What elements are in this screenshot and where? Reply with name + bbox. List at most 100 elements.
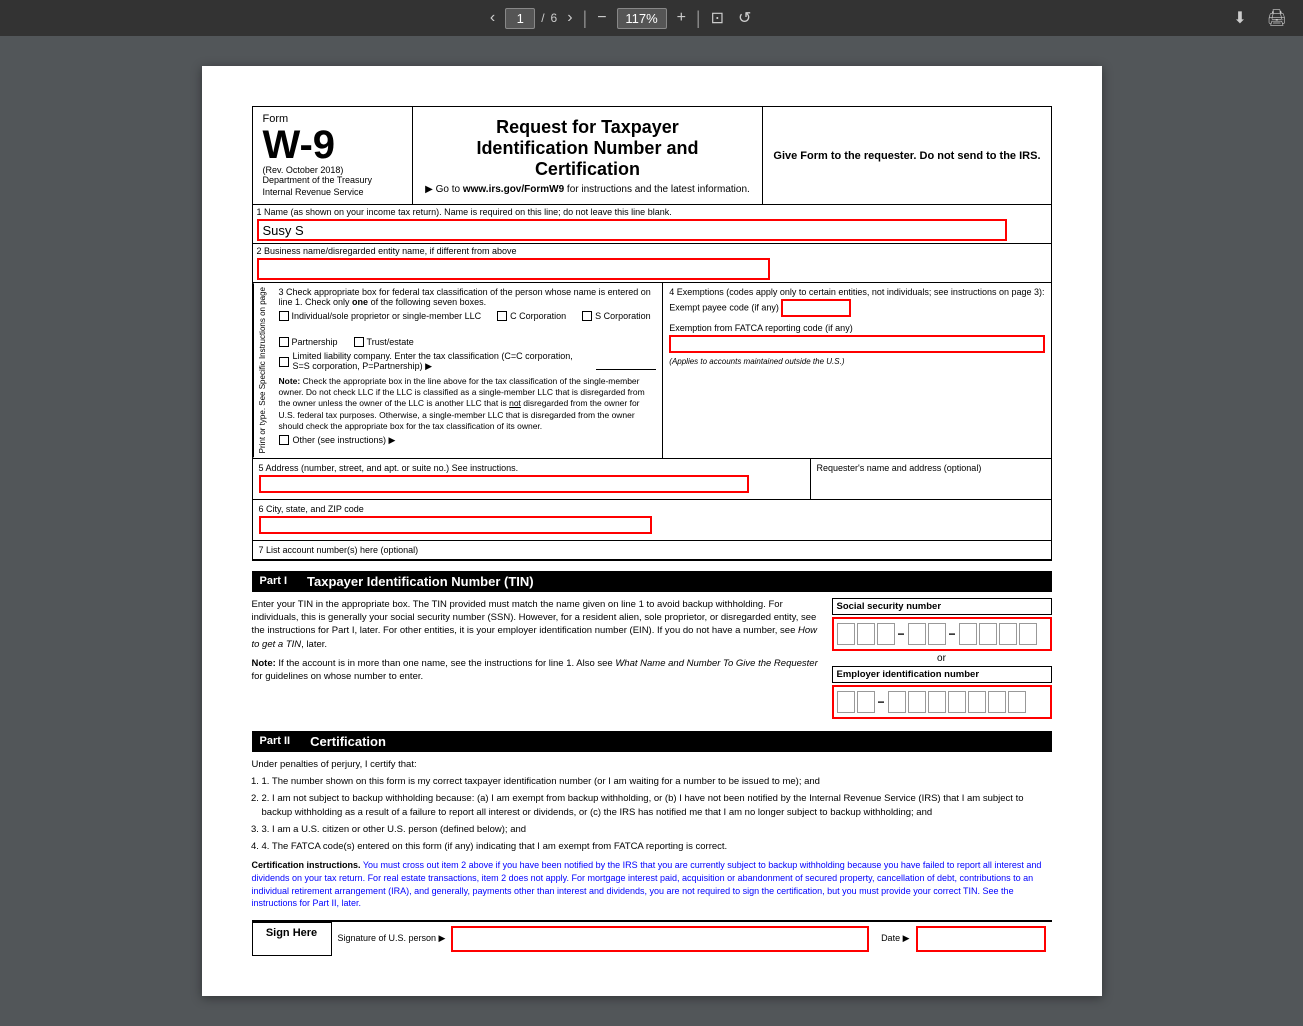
ein-cell-1[interactable] (837, 691, 855, 713)
field2-label: 2 Business name/disregarded entity name,… (257, 246, 1047, 256)
sign-here-label: Sign Here (252, 922, 332, 956)
exemptions-section: 4 Exemptions (codes apply only to certai… (663, 283, 1050, 457)
part1-title: Taxpayer Identification Number (TIN) (307, 574, 534, 589)
other-label: Other (see instructions) ▶ (293, 435, 396, 446)
zoom-in-button[interactable]: + (673, 7, 690, 29)
cb-partnership-box[interactable] (279, 337, 289, 347)
ssn-cell-5[interactable] (928, 623, 946, 645)
zoom-out-button[interactable]: − (593, 7, 610, 29)
tax-class-section: Print or type. See Specific Instructions… (253, 283, 1051, 458)
exempt-payee-row: Exempt payee code (if any) (669, 299, 1044, 317)
cb-individual-label: Individual/sole proprietor or single-mem… (292, 311, 482, 321)
field2-input[interactable] (257, 258, 771, 280)
part1-label: Part I (260, 575, 288, 587)
ssn-cell-4[interactable] (908, 623, 926, 645)
fatca-label: Exemption from FATCA reporting code (if … (669, 323, 1044, 333)
part2-title: Certification (310, 734, 386, 749)
ein-cell-3[interactable] (888, 691, 906, 713)
signature-input[interactable] (451, 926, 869, 952)
fatca-input[interactable] (669, 335, 1044, 353)
form-number: W-9 (263, 125, 402, 165)
ssn-cell-3[interactable] (877, 623, 895, 645)
cert-instructions: Certification instructions. You must cro… (252, 859, 1052, 909)
ein-label: Employer identification number (832, 666, 1052, 683)
cert-item-2: 2. I am not subject to backup withholdin… (262, 792, 1052, 819)
ein-cell-8[interactable] (988, 691, 1006, 713)
ein-dash: − (878, 695, 885, 709)
page-number-input[interactable] (505, 8, 535, 29)
pdf-page: Form W-9 (Rev. October 2018) Department … (202, 66, 1102, 996)
cb-trust-label: Trust/estate (367, 337, 414, 347)
sig-field-area: Signature of U.S. person ▶ (332, 922, 876, 956)
date-area: Date ▶ (875, 922, 1051, 956)
cb-scorp: S Corporation (582, 311, 651, 321)
tax-class-main: 3 Check appropriate box for federal tax … (273, 283, 664, 457)
cert-item-1: 1. The number shown on this form is my c… (262, 775, 1052, 788)
cb-ccorp: C Corporation (497, 311, 566, 321)
part1-left: Enter your TIN in the appropriate box. T… (252, 598, 822, 721)
cb-llc-box[interactable] (279, 357, 289, 367)
note-text: Note: Check the appropriate box in the l… (279, 376, 657, 431)
cert-item-4: 4. The FATCA code(s) entered on this for… (262, 840, 1052, 853)
ein-cell-4[interactable] (908, 691, 926, 713)
toolbar-center: ‹ / 6 › | − 117% + | ⊡ ↺ (486, 6, 756, 30)
field6-input[interactable] (259, 516, 652, 534)
address-requester: Requester's name and address (optional) (811, 459, 1051, 499)
ein-cell-5[interactable] (928, 691, 946, 713)
form-header-center: Request for Taxpayer Identification Numb… (413, 107, 764, 204)
ein-cell-7[interactable] (968, 691, 986, 713)
next-page-button[interactable]: › (563, 7, 576, 29)
ein-cell-2[interactable] (857, 691, 875, 713)
zoom-level: 117% (617, 8, 667, 29)
fit-page-button[interactable]: ⊡ (707, 6, 728, 30)
divider1: | (583, 8, 588, 29)
print-button[interactable]: 🖨 (1263, 6, 1291, 30)
cert-intro: Under penalties of perjury, I certify th… (252, 758, 1052, 771)
field5-input[interactable] (259, 475, 750, 493)
fatca-note: (Applies to accounts maintained outside … (669, 357, 1044, 366)
toolbar: ‹ / 6 › | − 117% + | ⊡ ↺ ⬇ 🖨 (0, 0, 1303, 36)
form-title-sub: Identification Number and Certification (423, 138, 753, 180)
form-section: 1 Name (as shown on your income tax retu… (252, 205, 1052, 560)
ssn-cell-1[interactable] (837, 623, 855, 645)
form-header: Form W-9 (Rev. October 2018) Department … (252, 106, 1052, 205)
part1-content: Enter your TIN in the appropriate box. T… (252, 598, 1052, 721)
llc-input[interactable] (596, 354, 656, 370)
ssn-grid[interactable]: − − (832, 617, 1052, 651)
toolbar-right: ⬇ 🖨 (1229, 6, 1291, 30)
divider2: | (696, 8, 701, 29)
sign-here-text: Sign Here (261, 927, 323, 939)
download-button[interactable]: ⬇ (1229, 6, 1250, 30)
exempt-payee-input[interactable] (781, 299, 851, 317)
ein-grid[interactable]: − (832, 685, 1052, 719)
form-header-left: Form W-9 (Rev. October 2018) Department … (253, 107, 413, 204)
cb-scorp-box[interactable] (582, 311, 592, 321)
ssn-cell-8[interactable] (999, 623, 1017, 645)
cb-trust-box[interactable] (354, 337, 364, 347)
field5-label: 5 Address (number, street, and apt. or s… (259, 463, 804, 473)
sig-of-label: Signature of U.S. person ▶ (338, 933, 446, 944)
sidebar-text: Print or type. See Specific Instructions… (258, 287, 267, 453)
rotate-button[interactable]: ↺ (734, 6, 755, 30)
cb-trust: Trust/estate (354, 337, 414, 347)
ssn-cell-7[interactable] (979, 623, 997, 645)
field1-input[interactable] (257, 219, 1008, 241)
cb-individual-box[interactable] (279, 311, 289, 321)
ein-cell-6[interactable] (948, 691, 966, 713)
ssn-dash-2: − (949, 627, 956, 641)
form-rev: (Rev. October 2018) (263, 165, 402, 175)
checkboxes-row: Individual/sole proprietor or single-mem… (279, 311, 657, 347)
cb-ccorp-box[interactable] (497, 311, 507, 321)
cert-list: 1. The number shown on this form is my c… (262, 775, 1052, 853)
ssn-cell-6[interactable] (959, 623, 977, 645)
date-input[interactable] (916, 926, 1046, 952)
ssn-cell-9[interactable] (1019, 623, 1037, 645)
cb-other-box[interactable] (279, 435, 289, 445)
cb-partnership-label: Partnership (292, 337, 338, 347)
ein-cell-9[interactable] (1008, 691, 1026, 713)
content-area: Form W-9 (Rev. October 2018) Department … (0, 36, 1303, 1026)
ssn-cell-2[interactable] (857, 623, 875, 645)
part2-label: Part II (260, 735, 291, 747)
prev-page-button[interactable]: ‹ (486, 7, 499, 29)
form-dept2: Internal Revenue Service (263, 187, 402, 199)
